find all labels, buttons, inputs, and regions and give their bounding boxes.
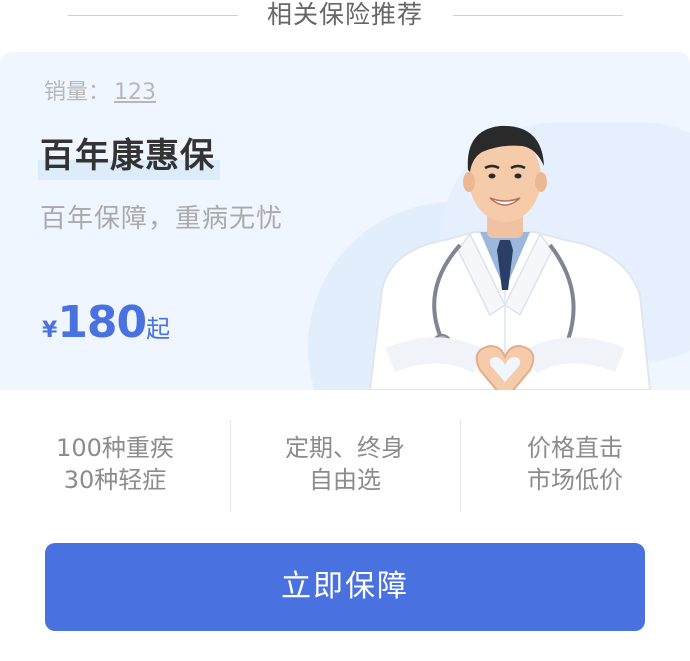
feature-item-price: 价格直击 市场低价 xyxy=(460,420,690,512)
doctor-image xyxy=(368,125,652,390)
product-price: ¥180起 xyxy=(42,297,170,348)
insure-now-button[interactable]: 立即保障 xyxy=(45,543,645,631)
product-subtitle: 百年保障，重病无忧 xyxy=(40,204,284,234)
feature-line: 100种重疾 xyxy=(56,434,174,462)
feature-line: 30种轻症 xyxy=(63,466,167,494)
price-amount: 180 xyxy=(57,297,147,348)
price-suffix: 起 xyxy=(146,315,171,343)
product-title: 百年康惠保 xyxy=(40,136,215,176)
header-divider-right xyxy=(453,15,623,16)
product-title-wrap: 百年康惠保 xyxy=(38,132,220,180)
feature-item-critical-illness: 100种重疾 30种轻症 xyxy=(0,420,230,512)
sales-label: 销量： xyxy=(44,80,111,105)
sales-info: 销量： 123 xyxy=(44,74,156,106)
price-currency: ¥ xyxy=(42,318,58,343)
sales-count: 123 xyxy=(114,80,157,105)
feature-line: 价格直击 xyxy=(527,434,623,462)
feature-item-term: 定期、终身 自由选 xyxy=(230,420,460,512)
product-card[interactable]: 销量： 123 百年康惠保 百年保障，重病无忧 ¥180起 xyxy=(0,52,690,390)
section-header: 相关保险推荐 xyxy=(0,0,690,34)
feature-line: 市场低价 xyxy=(527,466,623,494)
feature-list: 100种重疾 30种轻症 定期、终身 自由选 价格直击 市场低价 xyxy=(0,420,690,512)
feature-line: 定期、终身 xyxy=(285,434,405,462)
feature-line: 自由选 xyxy=(309,466,381,494)
